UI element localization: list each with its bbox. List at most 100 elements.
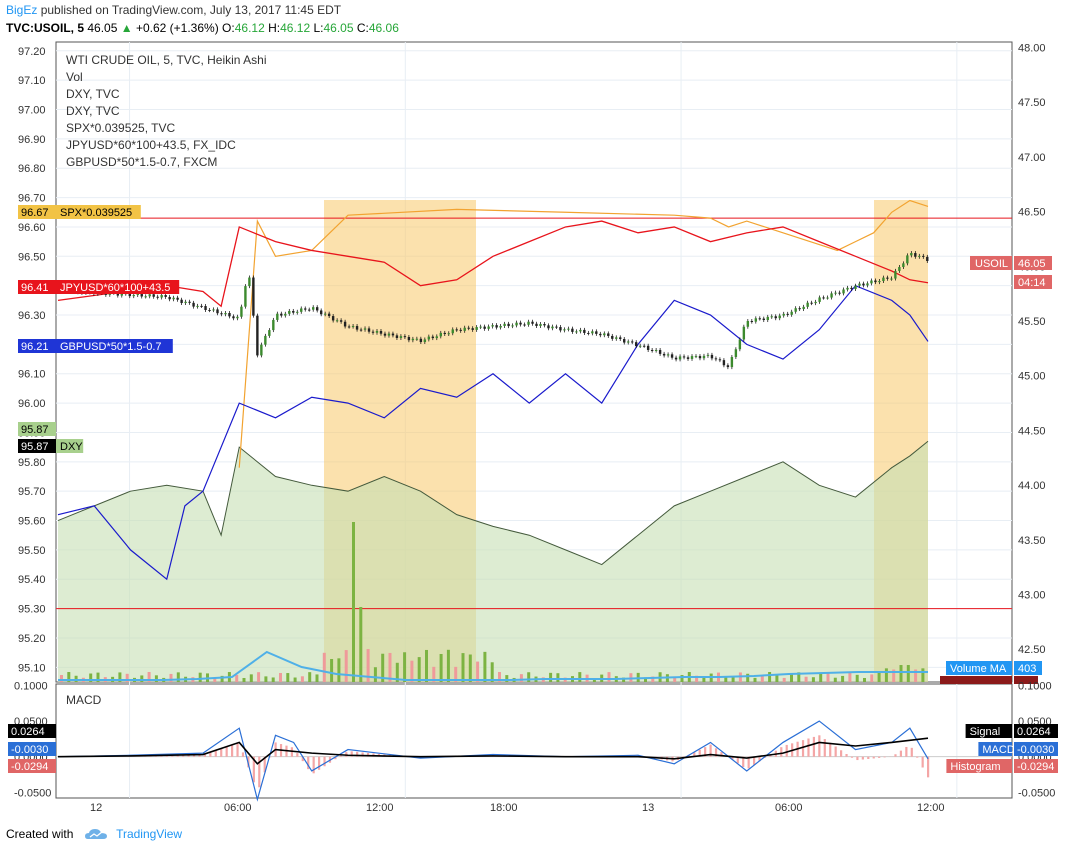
macd-right-tag-value: -0.0030 bbox=[1017, 744, 1054, 756]
oil-candle bbox=[838, 292, 841, 294]
oil-candle bbox=[292, 310, 295, 313]
series-legend: WTI CRUDE OIL, 5, TVC, Heikin Ashi Vol D… bbox=[66, 52, 267, 171]
left-tag-value: 96.41 bbox=[21, 282, 49, 294]
oil-candle bbox=[375, 330, 379, 333]
oil-candle bbox=[447, 333, 450, 335]
created-with-text: Created with bbox=[6, 827, 74, 841]
footer: Created with TradingView bbox=[6, 827, 182, 841]
macd-histogram-bar bbox=[840, 750, 843, 757]
macd-histogram-bar bbox=[894, 754, 897, 757]
oil-candle bbox=[918, 255, 921, 257]
oil-candle bbox=[826, 297, 829, 299]
legend-item[interactable]: DXY, TVC bbox=[66, 86, 267, 103]
usoil-tag-label: USOIL bbox=[975, 258, 1008, 270]
oil-candle bbox=[475, 327, 478, 330]
oil-candle bbox=[176, 297, 179, 300]
oil-candle bbox=[722, 360, 726, 366]
oil-candle bbox=[906, 255, 909, 264]
tradingview-link[interactable]: TradingView bbox=[116, 827, 182, 841]
macd-histogram-bar bbox=[834, 746, 837, 757]
left-axis-tick: 97.20 bbox=[18, 46, 46, 58]
left-price-tag: 96.67 SPX*0.039525 bbox=[18, 205, 141, 219]
oil-candle bbox=[611, 335, 614, 339]
macd-histogram-bar bbox=[927, 756, 930, 778]
oil-candle bbox=[407, 337, 411, 341]
volume-bar bbox=[439, 653, 443, 682]
oil-candle bbox=[654, 349, 658, 351]
macd-histogram-bar bbox=[867, 756, 870, 759]
oil-candle bbox=[276, 313, 279, 320]
oil-candle bbox=[874, 280, 877, 283]
oil-candle bbox=[467, 327, 470, 329]
oil-candle bbox=[204, 306, 207, 310]
oil-candle bbox=[427, 336, 431, 340]
legend-item[interactable]: JPYUSD*60*100+43.5, FX_IDC bbox=[66, 137, 267, 154]
macd-histogram-bar bbox=[850, 756, 854, 758]
volume-bar bbox=[863, 677, 866, 682]
oil-candle bbox=[646, 345, 650, 350]
oil-candle bbox=[387, 333, 391, 336]
left-axis-tick: 97.10 bbox=[18, 75, 46, 87]
macd-right-axis-tick: -0.0500 bbox=[1018, 787, 1055, 799]
oil-candle bbox=[623, 339, 626, 343]
legend-item[interactable]: SPX*0.039525, TVC bbox=[66, 120, 267, 137]
volume-bar bbox=[300, 676, 304, 682]
macd-left-axis-tick: 0.1000 bbox=[14, 680, 48, 692]
oil-candle bbox=[926, 256, 929, 261]
oil-candle bbox=[670, 354, 674, 358]
oil-candle bbox=[710, 354, 714, 359]
oil-candle bbox=[419, 338, 423, 343]
volume-bar bbox=[607, 672, 611, 682]
macd-right-tag-label: Signal bbox=[970, 726, 1001, 738]
volume-bar bbox=[768, 672, 772, 682]
macd-right-axis-tick: 0.1000 bbox=[1018, 680, 1052, 692]
oil-candle bbox=[308, 309, 311, 311]
right-axis-tick: 45.00 bbox=[1018, 371, 1046, 383]
left-axis-tick: 95.50 bbox=[18, 545, 46, 557]
oil-candle bbox=[806, 302, 809, 307]
legend-item[interactable]: GBPUSD*50*1.5-0.7, FXCM bbox=[66, 154, 267, 171]
macd-right-tag-value: 0.0264 bbox=[1017, 726, 1051, 738]
oil-candle bbox=[523, 324, 526, 326]
oil-candle bbox=[148, 294, 151, 297]
left-price-tag: 96.21 GBPUSD*50*1.5-0.7 bbox=[18, 339, 173, 353]
macd-histogram-bar bbox=[812, 736, 816, 757]
oil-candle bbox=[240, 306, 243, 317]
x-axis-tick: 12:00 bbox=[366, 802, 394, 814]
oil-candle bbox=[300, 308, 303, 312]
left-tag-value: 96.21 bbox=[21, 341, 49, 353]
volume-bar bbox=[140, 675, 144, 682]
volume-bar bbox=[410, 660, 414, 682]
left-axis-tick: 96.70 bbox=[18, 193, 46, 205]
macd-left-tag-value: 0.0264 bbox=[11, 726, 45, 738]
legend-item[interactable]: DXY, TVC bbox=[66, 103, 267, 120]
x-axis-tick: 12:00 bbox=[917, 802, 945, 814]
oil-candle bbox=[910, 253, 913, 256]
oil-candle bbox=[535, 323, 538, 326]
oil-candle bbox=[304, 308, 307, 310]
oil-candle bbox=[866, 283, 869, 286]
oil-candle bbox=[184, 301, 187, 304]
macd-histogram-bar bbox=[209, 752, 212, 757]
legend-item[interactable]: WTI CRUDE OIL, 5, TVC, Heikin Ashi bbox=[66, 52, 267, 69]
oil-candle bbox=[391, 333, 395, 336]
volume-bar bbox=[578, 672, 582, 682]
oil-candle bbox=[810, 302, 813, 304]
tradingview-logo-icon bbox=[84, 829, 107, 839]
oil-candle bbox=[730, 357, 734, 368]
x-axis-tick: 06:00 bbox=[775, 802, 803, 814]
left-axis-tick: 95.70 bbox=[18, 486, 46, 498]
volume-bar bbox=[527, 672, 531, 682]
volume-bar bbox=[746, 673, 750, 682]
oil-candle bbox=[547, 325, 550, 329]
volume-ma-value: 403 bbox=[1018, 663, 1036, 675]
legend-item[interactable]: Vol bbox=[66, 69, 267, 86]
volume-bar bbox=[549, 672, 553, 682]
macd-pane-frame bbox=[55, 683, 1013, 799]
macd-histogram-bar bbox=[845, 754, 848, 757]
oil-candle bbox=[642, 345, 646, 347]
macd-histogram-bar bbox=[883, 756, 886, 758]
oil-candle bbox=[455, 329, 458, 331]
left-axis-tick: 95.20 bbox=[18, 633, 46, 645]
volume-bar bbox=[870, 674, 874, 682]
